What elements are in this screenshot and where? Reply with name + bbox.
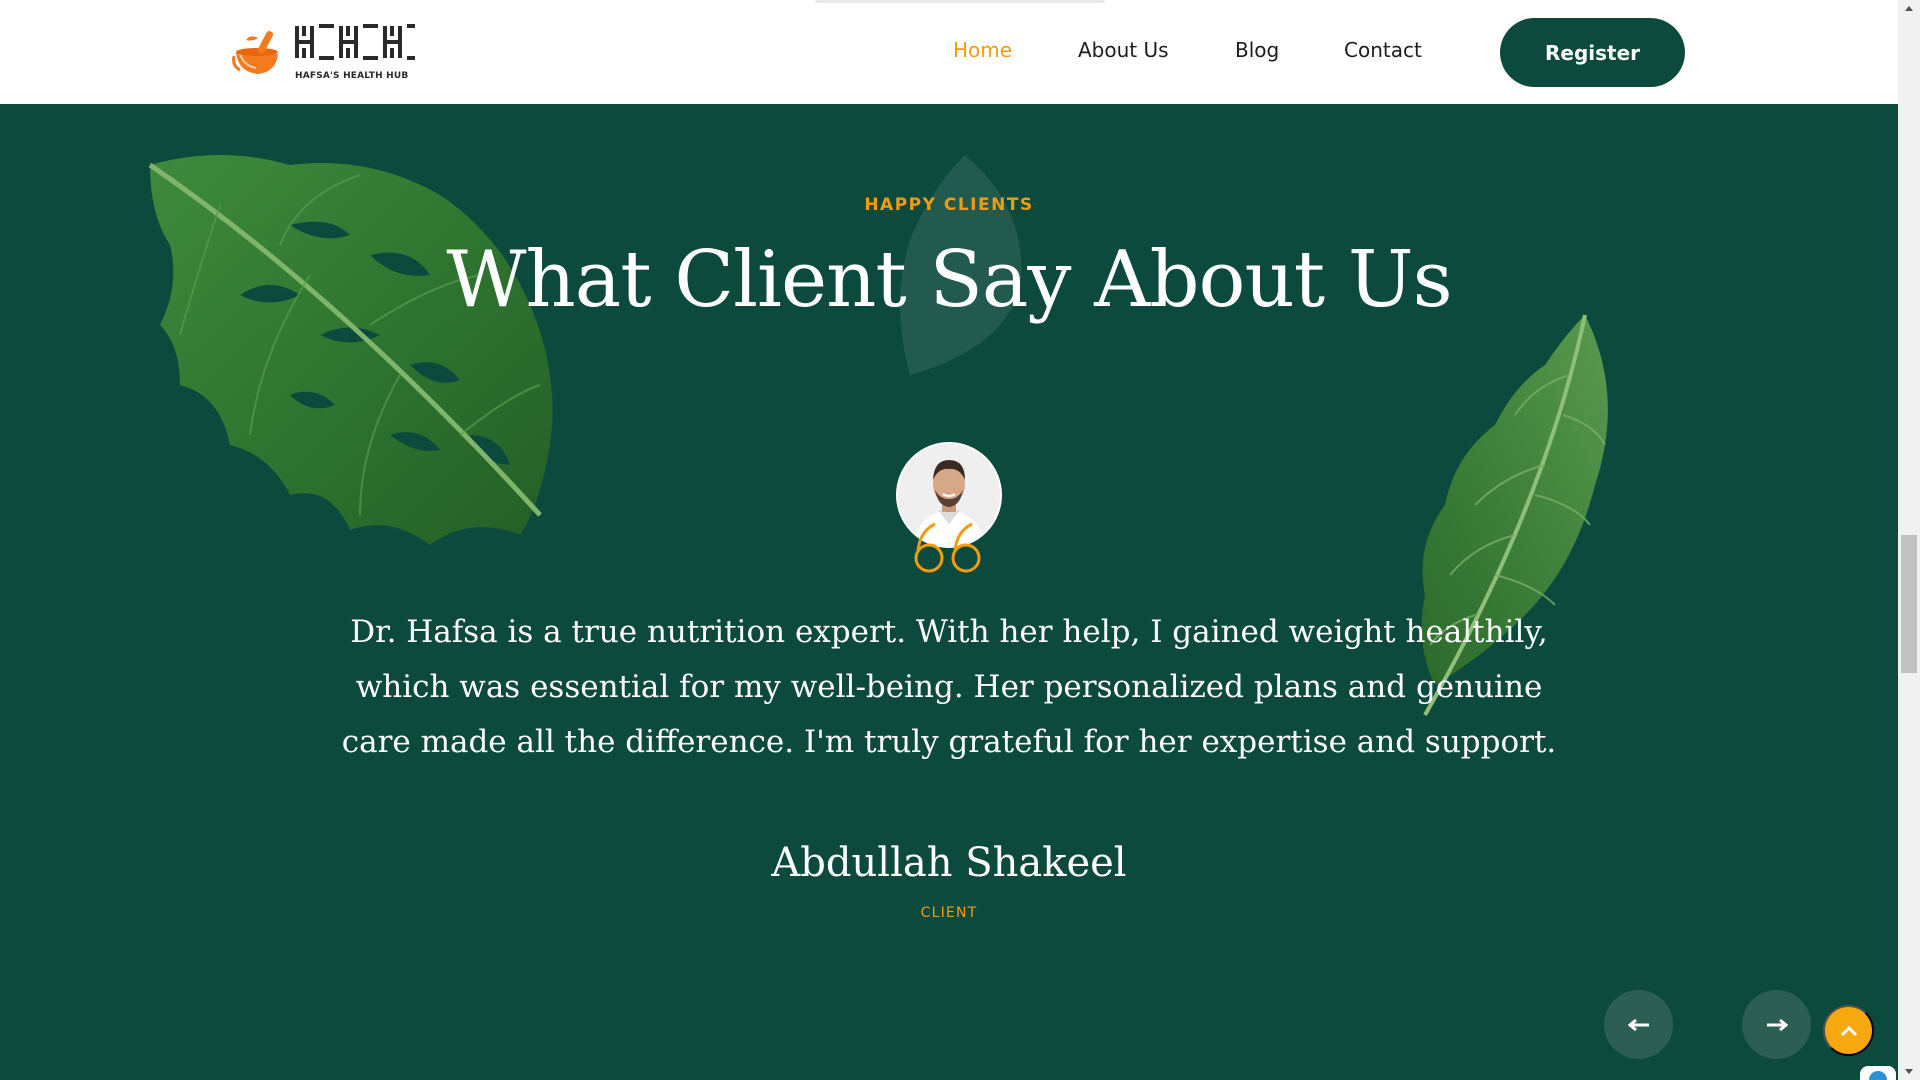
register-button[interactable]: Register [1500, 18, 1685, 87]
back-to-top-button[interactable] [1823, 1005, 1874, 1056]
testimonial-quote: Dr. Hafsa is a true nutrition expert. Wi… [341, 614, 1557, 760]
triangle-down-icon [1905, 1069, 1913, 1074]
nav-contact[interactable]: Contact [1344, 38, 1422, 62]
section-eyebrow: HAPPY CLIENTS [864, 195, 1034, 215]
chevron-up-icon [1840, 1025, 1857, 1036]
client-role: CLIENT [920, 905, 978, 921]
testimonials-section: HAPPY CLIENTS What Client Say About Us D… [0, 105, 1898, 1080]
triangle-up-icon [1905, 6, 1913, 11]
quote-icon [914, 522, 981, 573]
header-divider [815, 0, 1105, 3]
chat-widget-icon [1869, 1071, 1887, 1080]
site-header: HAFSA'S HEALTH HUB Home About Us Blog Co… [0, 0, 1898, 105]
arrow-left-icon [1627, 1018, 1649, 1031]
nav-about-us[interactable]: About Us [1078, 38, 1169, 62]
scroll-up-button[interactable] [1898, 0, 1920, 17]
client-name: Abdullah Shakeel [771, 840, 1127, 886]
prev-testimonial-button[interactable] [1604, 990, 1673, 1059]
logo-tagline: HAFSA'S HEALTH HUB [295, 71, 409, 81]
scroll-down-button[interactable] [1898, 1063, 1920, 1080]
next-testimonial-button[interactable] [1742, 990, 1811, 1059]
nav-blog[interactable]: Blog [1235, 38, 1279, 62]
floating-widget[interactable] [1860, 1066, 1896, 1080]
section-heading: What Client Say About Us [446, 235, 1452, 325]
scrollbar-thumb[interactable] [1901, 535, 1917, 673]
arrow-right-icon [1766, 1018, 1788, 1031]
page-scrollbar[interactable] [1898, 0, 1920, 1080]
nav-home[interactable]: Home [953, 38, 1012, 62]
